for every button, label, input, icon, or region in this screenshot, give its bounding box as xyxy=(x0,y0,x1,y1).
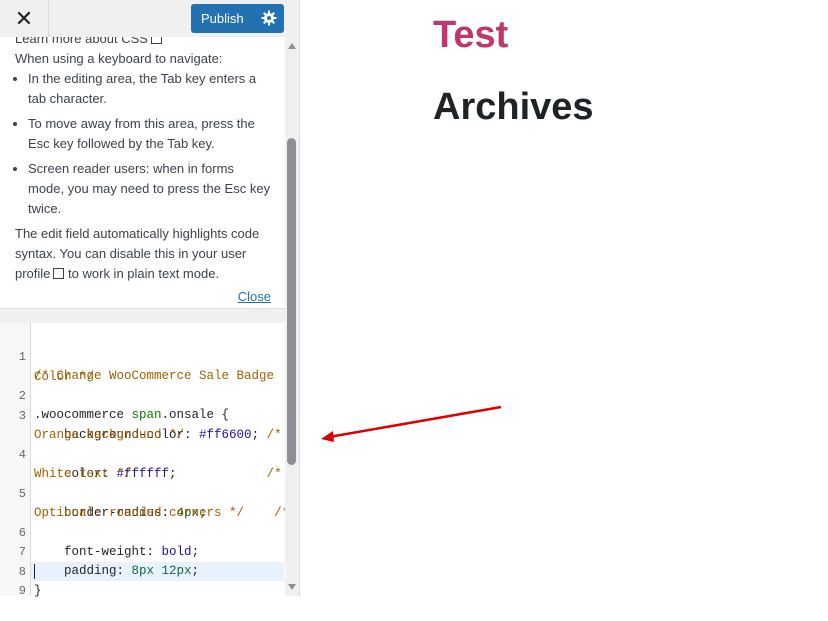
site-title[interactable]: Test xyxy=(433,14,508,57)
close-customizer-button[interactable]: ✕ xyxy=(0,0,49,37)
highlight-note-text: The edit field automatically highlights … xyxy=(15,226,260,261)
close-icon: ✕ xyxy=(14,5,34,31)
gear-icon[interactable] xyxy=(261,10,277,26)
help-bullet: To move away from this area, press the E… xyxy=(28,114,271,154)
publish-label: Publish xyxy=(201,11,244,26)
help-list: In the editing area, the Tab key enters … xyxy=(15,69,271,219)
publish-button[interactable]: Publish xyxy=(191,4,284,33)
customizer-sidebar: ✕ Publish Learn more about CSS When usin… xyxy=(0,0,300,598)
keyboard-intro: When using a keyboard to navigate: xyxy=(15,51,223,66)
code-line: 9 xyxy=(0,562,285,621)
css-help-panel: Learn more about CSS When using a keyboa… xyxy=(0,37,285,309)
highlight-note: The edit field automatically highlights … xyxy=(15,224,271,284)
red-arrow-annotation xyxy=(321,405,502,442)
scrollbar-thumb[interactable] xyxy=(287,138,296,465)
help-bullet: In the editing area, the Tab key enters … xyxy=(28,69,271,109)
external-link-icon xyxy=(150,37,162,44)
css-code-editor[interactable]: 1 /* Change WooCommerce Sale Badge Color… xyxy=(0,323,289,598)
external-link-icon xyxy=(53,268,65,279)
line-number: 9 xyxy=(18,583,26,598)
customizer-header: ✕ Publish xyxy=(0,0,299,38)
scroll-up-icon[interactable] xyxy=(288,43,296,49)
scroll-down-icon[interactable] xyxy=(288,584,296,590)
page-title: Archives xyxy=(433,86,594,128)
highlight-note-text-2: to work in plain text mode. xyxy=(68,266,220,281)
help-bullet: Screen reader users: when in forms mode,… xyxy=(28,159,271,219)
close-help-link[interactable]: Close xyxy=(238,287,271,307)
learn-more-link[interactable]: Learn more about CSS xyxy=(15,37,148,46)
user-profile-link[interactable]: profile xyxy=(15,266,50,281)
